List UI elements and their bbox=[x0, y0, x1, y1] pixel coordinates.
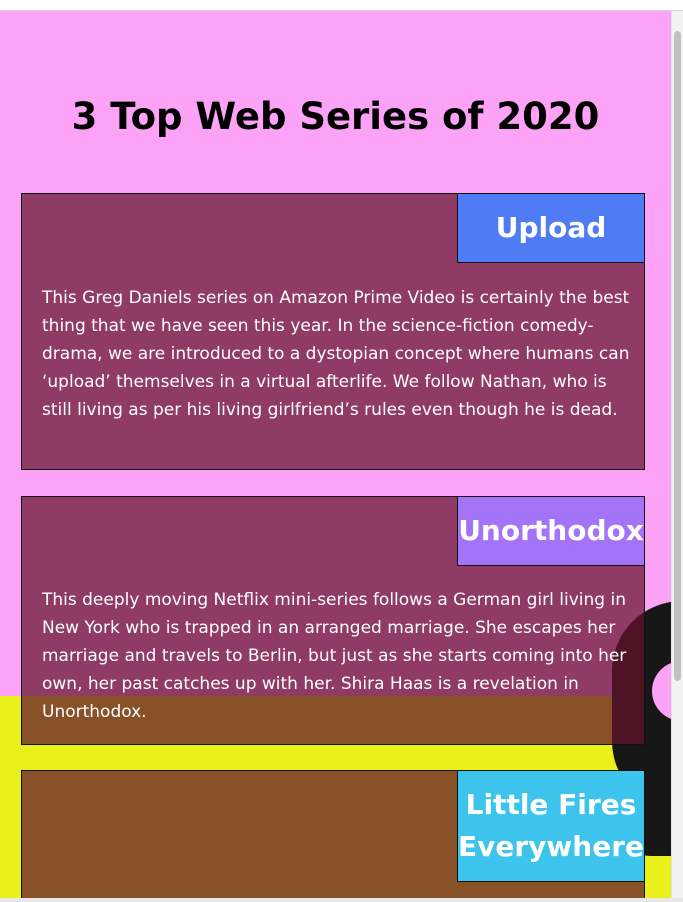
page-viewport[interactable]: 3 Top Web Series of 2020 Upload This Gre… bbox=[0, 11, 671, 898]
browser-bottom-edge bbox=[0, 898, 683, 902]
card-heading-little-fires: Little Fires Everywhere bbox=[457, 770, 645, 882]
card-heading-unorthodox: Unorthodox bbox=[457, 496, 645, 566]
card-description-unorthodox: This deeply moving Netflix mini-series f… bbox=[42, 590, 627, 722]
browser-top-edge bbox=[0, 0, 683, 11]
series-card-unorthodox: Unorthodox This deeply moving Netflix mi… bbox=[21, 496, 645, 745]
page-title: 3 Top Web Series of 2020 bbox=[71, 95, 600, 138]
card-heading-upload: Upload bbox=[457, 193, 645, 263]
vertical-scrollbar[interactable] bbox=[671, 11, 683, 898]
card-description-upload: This Greg Daniels series on Amazon Prime… bbox=[42, 288, 630, 420]
scrollbar-thumb[interactable] bbox=[674, 31, 681, 681]
series-card-little-fires: Little Fires Everywhere bbox=[21, 770, 645, 898]
series-card-upload: Upload This Greg Daniels series on Amazo… bbox=[21, 193, 645, 470]
